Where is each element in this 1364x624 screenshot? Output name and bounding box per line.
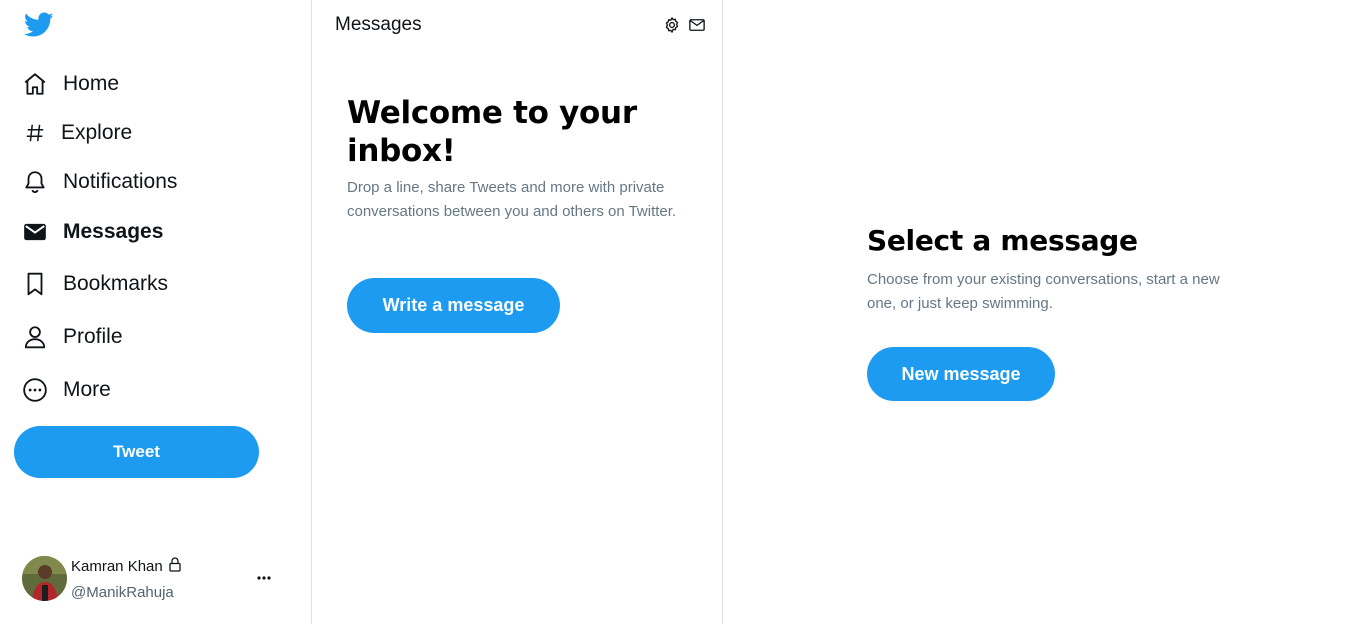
new-message-icon[interactable] bbox=[688, 16, 706, 34]
sidebar: Home Explore Notifications Messages Book… bbox=[0, 0, 311, 624]
sidebar-item-more[interactable]: More bbox=[20, 370, 111, 410]
avatar bbox=[22, 556, 67, 601]
sidebar-item-label: Messages bbox=[63, 220, 164, 243]
sidebar-item-notifications[interactable]: Notifications bbox=[20, 162, 177, 202]
sidebar-item-label: Explore bbox=[61, 121, 133, 144]
account-display-name: Kamran Khan bbox=[71, 558, 163, 575]
sidebar-item-label: Profile bbox=[63, 325, 123, 348]
new-message-button[interactable]: New message bbox=[867, 347, 1055, 401]
write-message-button[interactable]: Write a message bbox=[347, 278, 560, 333]
sidebar-item-bookmarks[interactable]: Bookmarks bbox=[20, 264, 168, 304]
bookmark-icon bbox=[20, 269, 50, 299]
more-circle-icon bbox=[20, 375, 50, 405]
person-icon bbox=[20, 322, 50, 352]
sidebar-item-explore[interactable]: Explore bbox=[20, 113, 132, 153]
bell-icon bbox=[20, 167, 50, 197]
welcome-text: Drop a line, share Tweets and more with … bbox=[347, 179, 677, 220]
sidebar-item-label: Bookmarks bbox=[63, 272, 169, 295]
more-horizontal-icon[interactable] bbox=[254, 568, 274, 588]
welcome-title: Welcome to your inbox! bbox=[347, 95, 637, 169]
lock-icon bbox=[169, 557, 181, 576]
empty-state-text: Choose from your existing conversations,… bbox=[867, 271, 1220, 312]
settings-icon[interactable] bbox=[663, 16, 681, 34]
sidebar-item-messages[interactable]: Messages bbox=[20, 212, 163, 252]
home-icon bbox=[20, 69, 50, 99]
hashtag-icon bbox=[20, 118, 50, 148]
account-name: Kamran Khan bbox=[71, 557, 181, 576]
twitter-bird-icon[interactable] bbox=[23, 12, 54, 38]
tweet-button[interactable]: Tweet bbox=[14, 426, 259, 478]
sidebar-item-profile[interactable]: Profile bbox=[20, 317, 123, 357]
sidebar-item-home[interactable]: Home bbox=[20, 64, 119, 104]
messages-column: Messages Welcome to your inbox! Drop a l… bbox=[311, 0, 723, 624]
sidebar-item-label: Notifications bbox=[63, 170, 178, 193]
envelope-icon bbox=[20, 217, 50, 247]
empty-state-title: Select a message bbox=[867, 224, 1138, 257]
conversation-detail: Select a message Choose from your existi… bbox=[723, 0, 1364, 624]
sidebar-item-label: More bbox=[63, 378, 111, 401]
sidebar-item-label: Home bbox=[63, 72, 120, 95]
page-title: Messages bbox=[335, 14, 422, 35]
account-switcher[interactable]: Kamran Khan @ManikRahuja bbox=[22, 556, 282, 602]
account-handle: @ManikRahuja bbox=[71, 584, 174, 601]
